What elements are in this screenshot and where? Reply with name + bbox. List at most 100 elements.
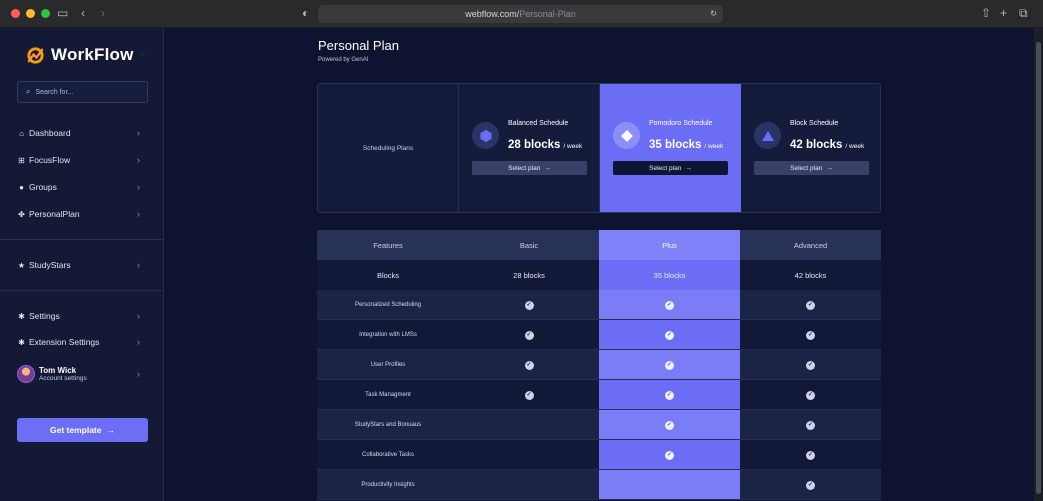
- page-title: Personal Plan: [318, 38, 399, 53]
- table-cell-advanced: ✓: [740, 440, 881, 470]
- sidebar-item-extension-settings[interactable]: ✱ Extension Settings ›: [17, 335, 142, 349]
- close-window-button[interactable]: [11, 9, 20, 18]
- gear-icon: ✱: [18, 337, 25, 347]
- check-icon: ✓: [524, 300, 534, 310]
- reload-icon[interactable]: ↻: [710, 5, 717, 23]
- plan-name: Block Schedule: [790, 120, 839, 127]
- table-cell-plus: ✓: [599, 290, 740, 320]
- table-cell-plus: ✓: [599, 350, 740, 380]
- plan-pomodoro: Pomodoro Schedule 35 blocks / week Select…: [600, 84, 741, 212]
- sidebar-item-focusflow[interactable]: ⊞ FocusFlow ›: [17, 153, 142, 167]
- table-row: Collaborative Tasks ✓ ✓: [317, 440, 881, 470]
- sidebar-item-dashboard[interactable]: ⌂ Dashboard ›: [17, 126, 142, 140]
- table-cell-advanced: ✓: [740, 350, 881, 380]
- diamond-icon: [620, 129, 633, 142]
- select-plan-button[interactable]: Select plan →: [472, 161, 587, 175]
- forward-icon[interactable]: ›: [101, 6, 105, 20]
- table-cell-basic: ✓: [459, 290, 599, 320]
- table-cell-plus: ✓: [599, 410, 740, 440]
- check-icon: ✓: [665, 360, 674, 370]
- arrow-right-icon: →: [106, 425, 116, 435]
- scrollbar[interactable]: [1034, 28, 1043, 501]
- check-icon: ✓: [806, 360, 815, 370]
- sidebar-divider: [0, 239, 164, 240]
- row-divider: [317, 499, 881, 500]
- sidebar-item-label: Dashboard: [29, 128, 71, 138]
- user-icon: ●: [19, 182, 24, 192]
- sidebar-toggle-icon[interactable]: ▭: [57, 6, 68, 20]
- sidebar-item-personalplan[interactable]: ✤ PersonalPlan ›: [17, 207, 142, 221]
- new-tab-icon[interactable]: +: [1000, 6, 1007, 20]
- sidebar: WorkFlow ·· ⌕ Search for... ⌂ Dashboard …: [0, 28, 164, 501]
- column-header: Features: [373, 240, 403, 250]
- chevron-right-icon: ›: [137, 209, 140, 219]
- check-icon: ✓: [524, 360, 534, 370]
- arrow-right-icon: →: [685, 164, 692, 172]
- table-cell-basic: ✓: [459, 350, 599, 380]
- back-icon[interactable]: ‹: [81, 6, 85, 20]
- check-icon: ✓: [524, 390, 534, 400]
- account-menu[interactable]: Tom Wick Account settings ›: [17, 364, 142, 384]
- brand-name: WorkFlow: [51, 45, 134, 64]
- feature-name: StudyStars and Bonuaus: [354, 422, 422, 428]
- select-plan-label: Select plan: [508, 164, 541, 172]
- brand-logo[interactable]: WorkFlow: [26, 45, 134, 65]
- check-icon: ✓: [806, 390, 815, 400]
- arrow-right-icon: →: [826, 164, 833, 172]
- search-input[interactable]: ⌕ Search for...: [17, 81, 148, 103]
- feature-name: Task Managment: [365, 392, 411, 398]
- plan-block: Block Schedule 42 blocks / week Select pl…: [741, 84, 881, 212]
- sidebar-item-label: Groups: [29, 182, 57, 192]
- tabs-overview-icon[interactable]: ⧉: [1019, 6, 1028, 21]
- table-cell-basic: [459, 410, 599, 440]
- table-cell-advanced: ✓: [740, 320, 881, 350]
- plan-badge: [472, 122, 499, 149]
- check-icon: ✓: [665, 450, 674, 460]
- plan-blocks: 42 blocks / week: [790, 139, 864, 151]
- plan-blocks-value: 35 blocks: [649, 139, 702, 151]
- column-header: Basic: [519, 240, 539, 250]
- search-icon: ⌕: [26, 87, 31, 96]
- chevron-right-icon: ›: [137, 260, 140, 270]
- table-cell-advanced: ✓: [740, 380, 881, 410]
- sidebar-item-groups[interactable]: ● Groups ›: [17, 180, 142, 194]
- table-row: Personalized Scheduling ✓ ✓ ✓: [317, 290, 881, 320]
- table-row: StudyStars and Bonuaus ✓ ✓: [317, 410, 881, 440]
- plan-blocks: 28 blocks / week: [508, 139, 582, 151]
- plan-blocks-value: 28 blocks: [508, 139, 561, 151]
- select-plan-label: Select plan: [649, 164, 682, 172]
- get-template-button[interactable]: Get template →: [17, 418, 148, 442]
- gear-icon: ✱: [18, 311, 25, 321]
- home-icon: ⌂: [19, 128, 24, 138]
- table-cell-basic: ✓: [459, 380, 599, 410]
- feature-name: Collaborative Tasks: [362, 452, 414, 458]
- sidebar-collapse-icon[interactable]: ··: [140, 50, 145, 59]
- plan-name: Pomodoro Schedule: [649, 120, 713, 127]
- share-icon[interactable]: ⇧: [981, 6, 991, 20]
- check-icon: ✓: [806, 300, 815, 310]
- select-plan-button[interactable]: Select plan →: [613, 161, 728, 175]
- minimize-window-button[interactable]: [26, 9, 35, 18]
- table-cell-advanced: ✓: [740, 410, 881, 440]
- plan-balanced: Balanced Schedule 28 blocks / week Select…: [459, 84, 600, 212]
- address-bar[interactable]: webflow.com/Personal-Plan ↻: [318, 5, 723, 23]
- sidebar-item-label: StudyStars: [29, 260, 71, 270]
- plan-badge: [613, 122, 640, 149]
- table-cell-plus: ✓: [599, 440, 740, 470]
- table-row: Integration with LMSs ✓ ✓ ✓: [317, 320, 881, 350]
- plan-blocks: 35 blocks / week: [649, 139, 723, 151]
- shield-icon[interactable]: ◐: [302, 6, 309, 20]
- table-cell-advanced: ✓: [740, 290, 881, 320]
- chevron-right-icon: ›: [137, 128, 140, 138]
- check-icon: ✓: [806, 450, 815, 460]
- table-header-row: Features Basic Plus Advanced: [317, 230, 881, 260]
- check-icon: ✓: [665, 390, 674, 400]
- sidebar-item-studystars[interactable]: ★ StudyStars ›: [17, 258, 142, 272]
- sidebar-item-settings[interactable]: ✱ Settings ›: [17, 309, 142, 323]
- plans-row-label: Scheduling Plans: [318, 84, 459, 212]
- scrollbar-thumb[interactable]: [1036, 42, 1041, 494]
- table-cell: 42 blocks: [794, 270, 827, 280]
- maximize-window-button[interactable]: [41, 9, 50, 18]
- sidebar-item-label: Settings: [29, 311, 60, 321]
- select-plan-button[interactable]: Select plan →: [754, 161, 869, 175]
